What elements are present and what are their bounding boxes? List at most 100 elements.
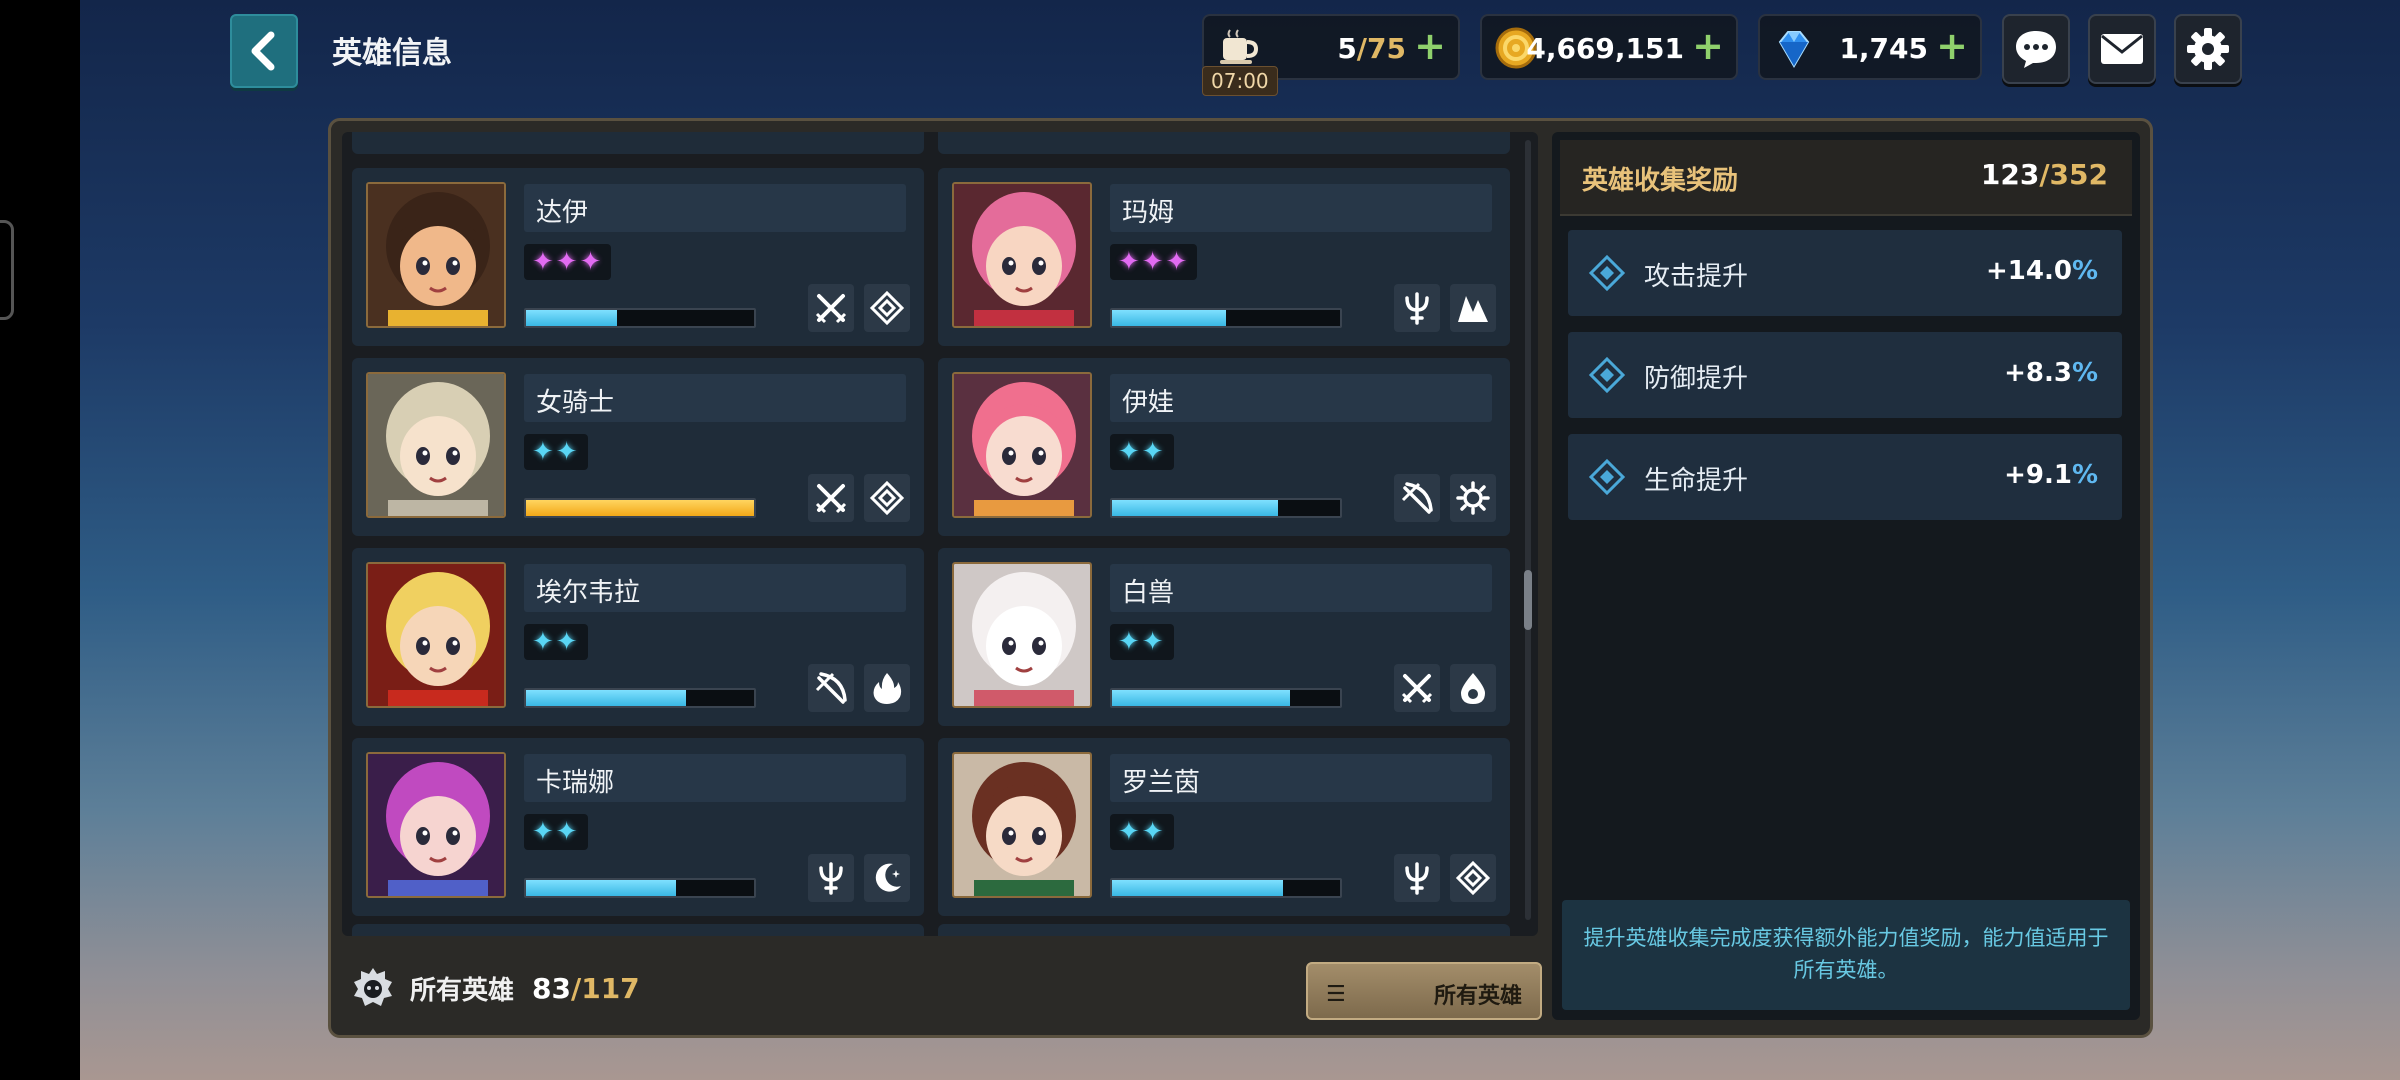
- hero-class-badge: [1394, 854, 1440, 902]
- hero-owned-count: 83/117: [532, 971, 640, 1005]
- hero-star-rating: ✦✦: [1110, 814, 1174, 850]
- hero-card[interactable]: 女骑士 ✦✦: [352, 358, 924, 536]
- hero-progress-fill: [526, 500, 754, 516]
- hero-progress-bar: [1110, 878, 1342, 898]
- device-notch: [0, 220, 14, 320]
- gem-counter[interactable]: 1,745 +: [1758, 14, 1982, 80]
- hero-class-badge: [1450, 474, 1496, 522]
- hero-name: 卡瑞娜: [536, 768, 615, 798]
- bonus-label: 生命提升: [1644, 466, 1749, 496]
- hero-progress-bar: [524, 498, 756, 518]
- bow-icon: [815, 672, 847, 704]
- star-icon: ✦✦: [1118, 627, 1166, 657]
- hero-progress-fill: [1112, 690, 1290, 706]
- collection-bonus-row: 生命提升 +9.1%: [1568, 434, 2122, 520]
- fire-icon: [873, 673, 902, 704]
- hero-portrait: [366, 562, 506, 708]
- hero-star-rating: ✦✦: [524, 624, 588, 660]
- collection-title: 英雄收集奖励: [1582, 166, 1739, 196]
- hero-progress-fill: [526, 880, 677, 896]
- hero-star-rating: ✦✦: [524, 814, 588, 850]
- settings-button[interactable]: [2174, 14, 2242, 84]
- hero-class-badge: [864, 474, 910, 522]
- hero-card[interactable]: 白兽 ✦✦: [938, 548, 1510, 726]
- hero-name: 女骑士: [536, 388, 615, 418]
- diamond-rune-icon: [869, 480, 905, 516]
- hero-filter-dropdown[interactable]: ☰ 所有英雄: [1306, 962, 1542, 1020]
- hero-name: 埃尔韦拉: [536, 578, 641, 608]
- hero-progress-fill: [1112, 500, 1279, 516]
- gear-icon: [2187, 28, 2229, 70]
- coffee-cup-icon: [1220, 29, 1259, 64]
- hero-star-rating: ✦✦: [524, 434, 588, 470]
- hero-progress-bar: [1110, 498, 1342, 518]
- hero-progress-bar: [1110, 308, 1342, 328]
- bonus-label: 攻击提升: [1644, 262, 1749, 292]
- hero-name: 白兽: [1122, 578, 1175, 608]
- bonus-value: +9.1%: [2004, 460, 2098, 490]
- add-stamina-button[interactable]: +: [1414, 26, 1446, 66]
- hero-class-badge: [864, 854, 910, 902]
- hero-progress-bar: [524, 308, 756, 328]
- filter-label: 所有英雄: [1433, 984, 1522, 1009]
- all-heroes-label: 所有英雄: [410, 975, 515, 1006]
- bonus-value: +8.3%: [2004, 358, 2098, 388]
- hero-portrait: [952, 562, 1092, 708]
- hero-card[interactable]: 罗兰茵 ✦✦: [938, 738, 1510, 916]
- hero-class-badge: [1450, 664, 1496, 712]
- trident-icon: [1405, 862, 1429, 895]
- add-gem-button[interactable]: +: [1936, 26, 1968, 66]
- hero-portrait: [952, 372, 1092, 518]
- star-icon: ✦✦✦: [532, 247, 604, 277]
- hero-portrait: [366, 372, 506, 518]
- collection-bonus-row: 攻击提升 +14.0%: [1568, 230, 2122, 316]
- crossed-swords-icon: [815, 294, 847, 324]
- chat-bubble-icon: [2016, 31, 2056, 68]
- mail-icon: [2101, 34, 2143, 64]
- add-gold-button[interactable]: +: [1692, 26, 1724, 66]
- hero-class-badge: [1394, 474, 1440, 522]
- bow-icon: [1401, 482, 1433, 514]
- hero-card[interactable]: 卡瑞娜 ✦✦: [352, 738, 924, 916]
- chat-button[interactable]: [2002, 14, 2070, 84]
- mail-button[interactable]: [2088, 14, 2156, 84]
- hero-card[interactable]: 埃尔韦拉 ✦✦: [352, 548, 924, 726]
- device-edge: [0, 0, 80, 1080]
- collection-count: 123/352: [1980, 158, 2108, 191]
- blue-diamond-icon: [1778, 31, 1810, 68]
- trident-icon: [1405, 292, 1429, 325]
- diamond-rune-icon: [1455, 860, 1491, 896]
- hero-portrait: [366, 182, 506, 328]
- back-button[interactable]: [230, 14, 298, 88]
- hero-progress-fill: [1112, 880, 1283, 896]
- hero-progress-bar: [524, 878, 756, 898]
- crossed-swords-icon: [815, 484, 847, 514]
- scrollbar-track[interactable]: [1525, 140, 1531, 920]
- star-icon: ✦✦: [532, 437, 580, 467]
- hero-class-badge: [1450, 854, 1496, 902]
- hero-card[interactable]: 达伊 ✦✦✦: [352, 168, 924, 346]
- scrollbar-thumb[interactable]: [1524, 570, 1532, 630]
- hero-class-badge: [808, 854, 854, 902]
- hero-card[interactable]: 伊娃 ✦✦: [938, 358, 1510, 536]
- hero-class-badge: [1394, 284, 1440, 332]
- stamina-value: 5/75: [1337, 32, 1406, 65]
- hero-class-badge: [808, 474, 854, 522]
- gold-value: 4,669,151: [1526, 32, 1684, 65]
- gold-counter[interactable]: 4,669,151 +: [1480, 14, 1738, 80]
- hero-class-badge: [808, 664, 854, 712]
- hero-name: 罗兰茵: [1122, 768, 1201, 798]
- mountain-claw-icon: [1458, 296, 1488, 322]
- hero-card[interactable]: 玛姆 ✦✦✦: [938, 168, 1510, 346]
- hero-count-summary: 所有英雄 83/117: [350, 956, 640, 1020]
- hero-crest-icon: [354, 968, 392, 1006]
- hero-star-rating: ✦✦✦: [524, 244, 612, 280]
- hero-class-badge: [808, 284, 854, 332]
- list-lines-icon: ☰: [1326, 982, 1346, 1007]
- diamond-rune-icon: [1588, 458, 1626, 496]
- water-drop-icon: [1461, 673, 1485, 704]
- hero-class-badge: [864, 284, 910, 332]
- star-icon: ✦✦: [532, 627, 580, 657]
- crossed-swords-icon: [1401, 674, 1433, 704]
- hero-portrait: [952, 182, 1092, 328]
